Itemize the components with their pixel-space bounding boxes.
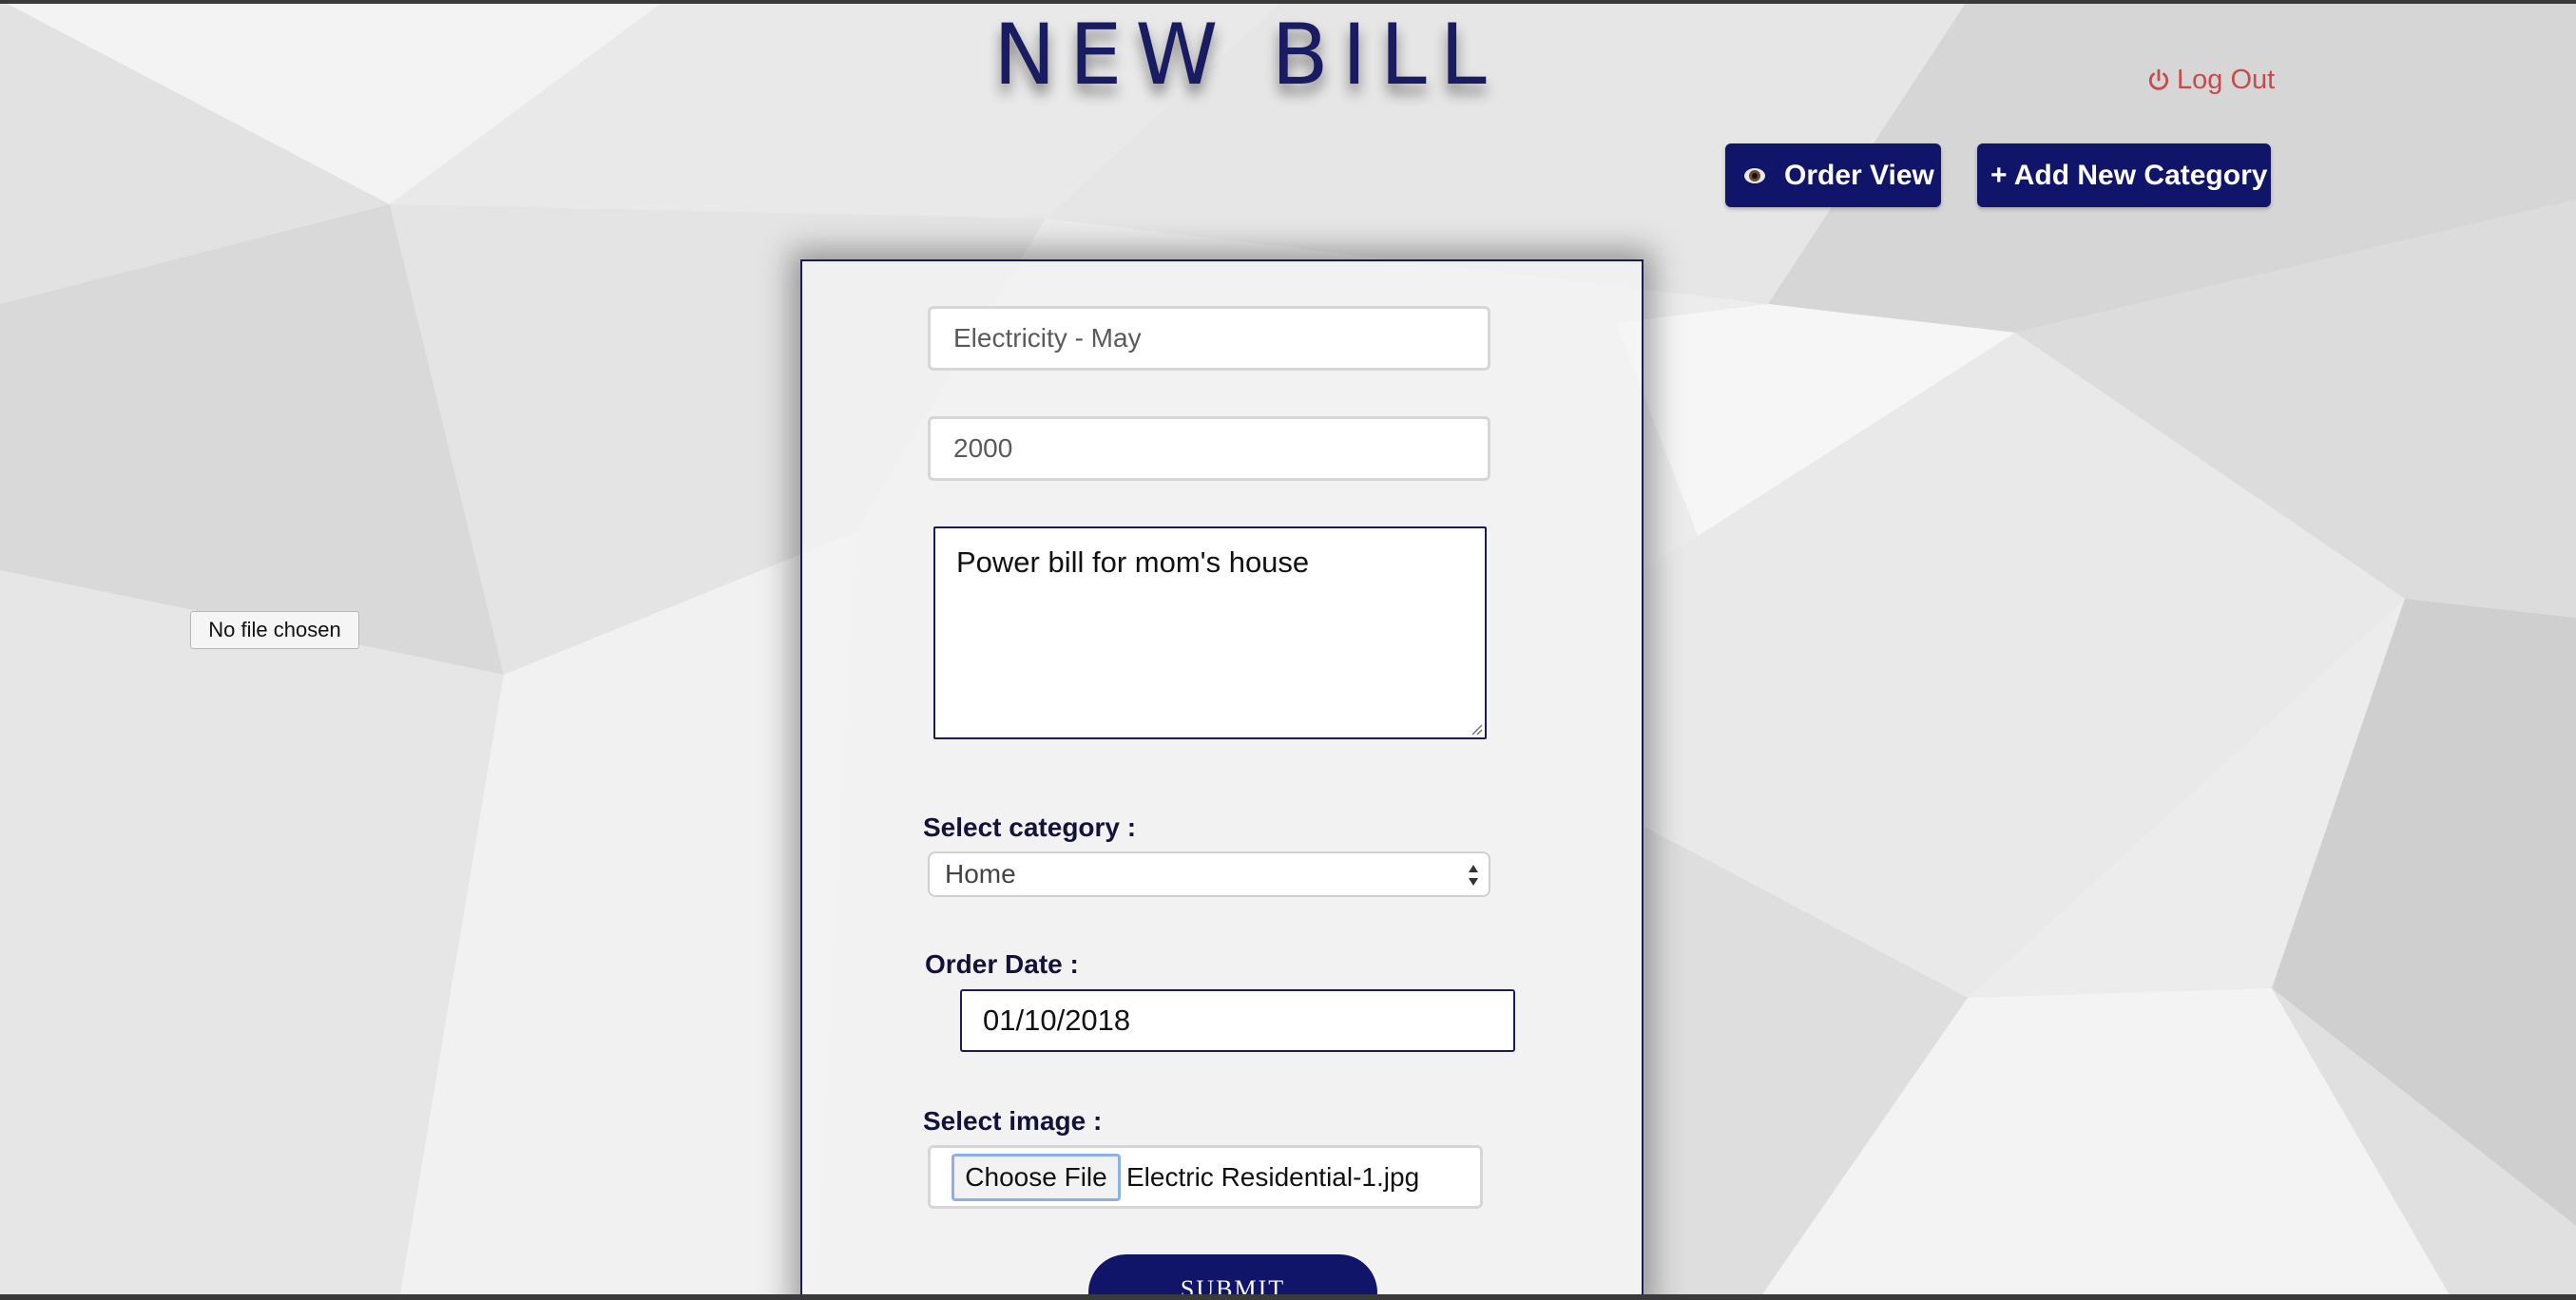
image-file-input[interactable]: Choose File Electric Residential-1.jpg [928,1145,1483,1209]
category-value: Home [945,859,1016,889]
logout-label: Log Out [2177,65,2276,95]
selected-file-name: Electric Residential-1.jpg [1126,1161,1420,1192]
add-category-label: + Add New Category [1990,159,2268,191]
order-date-label: Order Date : [925,949,1079,979]
category-select[interactable]: Home [928,851,1490,897]
submit-button[interactable]: SUBMIT [1088,1254,1377,1300]
amount-input[interactable]: 2000 [928,416,1490,481]
add-category-button[interactable]: + Add New Category [1977,143,2271,207]
window-top-border [0,0,2576,4]
order-date-input[interactable]: 01/10/2018 [960,989,1515,1052]
order-view-label: Order View [1784,159,1934,191]
description-textarea[interactable]: Power bill for mom's house [933,526,1487,739]
bill-name-input[interactable]: Electricity - May [928,306,1490,371]
logout-link[interactable]: Log Out [2146,65,2275,96]
category-label: Select category : [923,812,1137,842]
resize-grip-icon[interactable] [1470,722,1483,736]
select-arrows-icon [1469,865,1478,886]
description-text: Power bill for mom's house [956,545,1310,579]
page-title: NEW BILL [993,6,1500,104]
eye-icon [1744,167,1765,183]
file-status-tooltip: No file chosen [190,611,359,649]
window-bottom-border [0,1294,2576,1300]
image-label: Select image : [923,1106,1103,1136]
choose-file-button[interactable]: Choose File [952,1153,1121,1201]
power-icon [2148,68,2169,90]
order-view-button[interactable]: Order View [1725,143,1941,207]
